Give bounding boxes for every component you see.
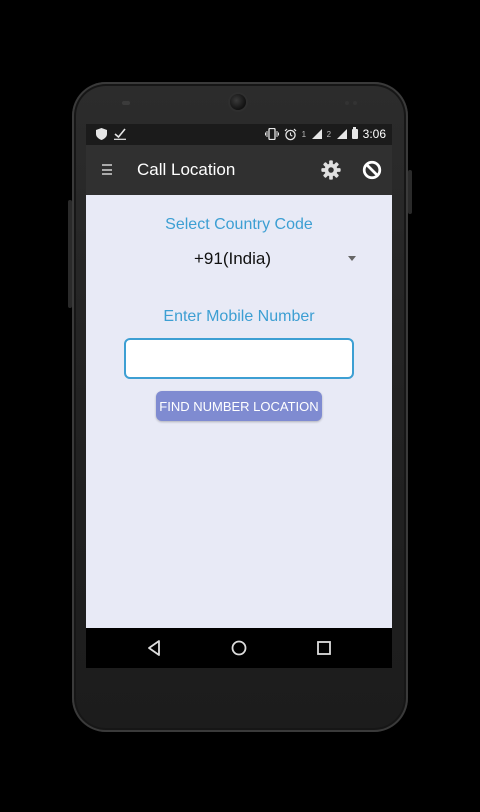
battery-icon — [351, 127, 358, 139]
nav-bar — [86, 628, 392, 668]
sim-2-label: 2 — [326, 130, 332, 139]
country-code-label: Select Country Code — [165, 216, 313, 233]
mobile-number-label: Enter Mobile Number — [163, 308, 315, 325]
signal-icon: 1 — [302, 128, 322, 140]
vibrate-icon — [264, 128, 279, 140]
gear-icon[interactable] — [320, 159, 342, 181]
country-code-value: +91(India) — [194, 249, 272, 268]
back-icon[interactable] — [144, 637, 166, 659]
signal-icon: 2 — [327, 128, 347, 140]
country-code-select[interactable]: +91(India) — [148, 244, 358, 272]
mobile-number-input[interactable] — [124, 338, 354, 379]
screen: 1 2 3:06 Call Location Select Country Co… — [86, 124, 392, 668]
front-camera — [230, 94, 246, 110]
recents-icon[interactable] — [313, 637, 335, 659]
status-left-icons — [96, 128, 126, 140]
alarm-icon — [284, 128, 297, 140]
app-bar: Call Location — [86, 145, 392, 195]
main-content: Select Country Code +91(India) Enter Mob… — [86, 195, 392, 628]
sim-1-label: 1 — [301, 130, 307, 139]
home-icon[interactable] — [228, 637, 250, 659]
page-title: Call Location — [137, 160, 236, 179]
shield-icon — [96, 128, 107, 140]
status-time: 3:06 — [362, 127, 386, 141]
sensor — [353, 101, 357, 105]
find-number-location-button[interactable]: FIND NUMBER LOCATION — [156, 391, 322, 421]
menu-icon[interactable] — [102, 164, 112, 175]
check-icon — [114, 128, 126, 140]
block-icon[interactable] — [361, 159, 383, 181]
power-button — [408, 170, 412, 214]
sensor — [345, 101, 349, 105]
dropdown-caret-icon — [348, 256, 356, 261]
status-right-icons: 1 2 3:06 — [264, 127, 386, 141]
status-bar: 1 2 3:06 — [86, 124, 392, 145]
earpiece — [122, 101, 130, 105]
